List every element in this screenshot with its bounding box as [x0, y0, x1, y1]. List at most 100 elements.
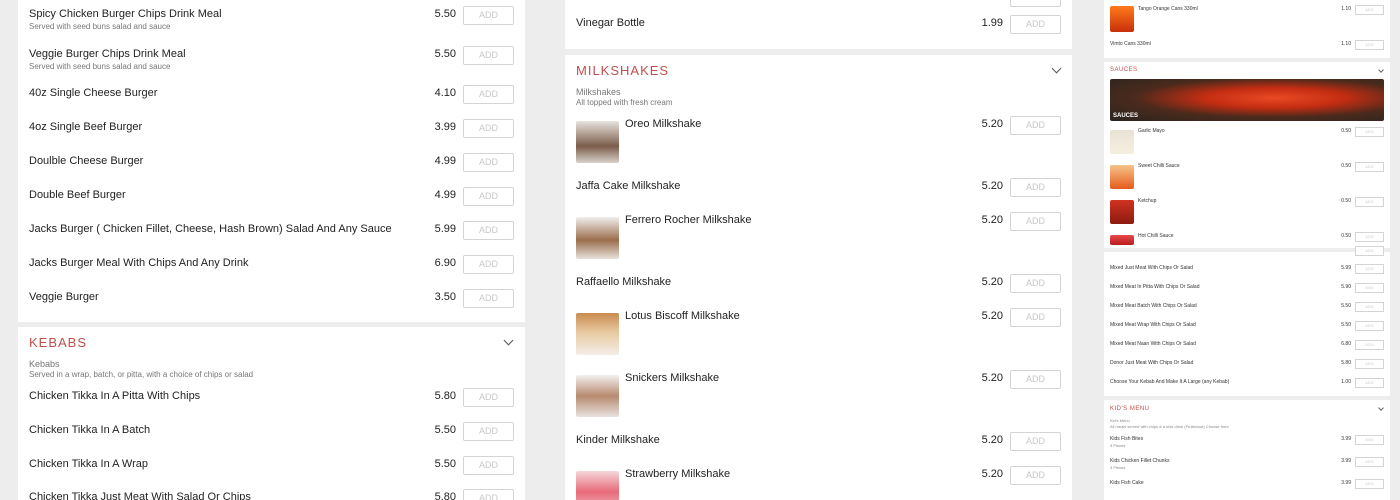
add-button[interactable]: ADD — [1355, 435, 1384, 445]
kids-menu-subtitle: Kid's Menu — [1110, 418, 1130, 423]
item-name: Choose Your Kebab And Make It A Large (a… — [1110, 379, 1230, 385]
item-name: Tango Orange Cans 330ml — [1138, 6, 1198, 12]
item-price: 6.80 — [1341, 341, 1351, 347]
item-name: Kids Fish Cake — [1110, 480, 1144, 486]
add-button[interactable]: ADD — [463, 489, 514, 500]
item-name: Mixed Meat Batch With Chips Or Salad — [1110, 303, 1197, 309]
milkshakes-section-title[interactable]: MILKSHAKES — [576, 63, 669, 78]
item-price: 5.20 — [981, 180, 1003, 192]
add-button[interactable]: ADD — [1355, 321, 1384, 331]
kids-menu-section-title[interactable]: KID'S MENU — [1110, 406, 1149, 412]
add-button[interactable]: ADD — [1010, 466, 1061, 485]
kebabs-description: Served in a wrap, batch, or pitta, with … — [29, 370, 254, 379]
add-button[interactable]: ADD — [463, 388, 514, 407]
add-button[interactable]: ADD — [1355, 197, 1384, 207]
item-price: 4.10 — [434, 87, 456, 99]
item-price: 1.99 — [981, 17, 1003, 29]
item-price: 5.20 — [981, 434, 1003, 446]
milkshakes-description: All topped with fresh cream — [576, 98, 673, 107]
add-button[interactable]: ADD — [463, 119, 514, 138]
item-name: Lotus Biscoff Milkshake — [625, 310, 740, 322]
item-name: Double Beef Burger — [29, 189, 126, 201]
add-button[interactable]: ADD — [463, 85, 514, 104]
add-button[interactable]: ADD — [1355, 162, 1384, 172]
add-button[interactable]: ADD — [463, 6, 514, 25]
add-button[interactable]: ADD — [1355, 479, 1384, 489]
item-name: Doulble Cheese Burger — [29, 155, 144, 167]
add-button[interactable]: ADD — [1355, 378, 1384, 388]
item-price: 0.50 — [1341, 163, 1351, 169]
item-description: 3 Pieces — [1110, 443, 1126, 448]
add-button[interactable]: ADD — [1010, 212, 1061, 231]
item-name: Sweet Chilli Sauce — [1138, 163, 1180, 169]
item-name: Chicken Tikka Just Meat With Salad Or Ch… — [29, 491, 251, 500]
item-name: Jacks Burger Meal With Chips And Any Dri… — [29, 257, 249, 269]
item-price: 5.20 — [981, 468, 1003, 480]
milkshake-image — [576, 375, 619, 417]
item-name: Jaffa Cake Milkshake — [576, 180, 681, 192]
item-name: Mixed Meat Wrap With Chips Or Salad — [1110, 322, 1196, 328]
add-button[interactable]: ADD — [1010, 116, 1061, 135]
add-button[interactable]: ADD — [463, 187, 514, 206]
add-button[interactable]: ADD — [1010, 432, 1061, 451]
milkshakes-subtitle: Milkshakes — [576, 87, 621, 97]
item-price: 5.20 — [981, 214, 1003, 226]
item-name: Spicy Chicken Burger Chips Drink Meal — [29, 8, 222, 20]
item-price: 5.50 — [434, 458, 456, 470]
add-button[interactable]: ADD — [1010, 370, 1061, 389]
kebabs-section-title[interactable]: KEBABS — [29, 335, 87, 350]
add-button[interactable]: ADD — [1355, 40, 1384, 50]
item-price: 5.80 — [1341, 360, 1351, 366]
item-name: Oreo Milkshake — [625, 118, 702, 130]
add-button[interactable]: ADD — [1355, 5, 1384, 15]
add-button[interactable]: ADD — [1010, 0, 1061, 7]
add-button[interactable]: ADD — [463, 153, 514, 172]
item-name: 4oz Single Beef Burger — [29, 121, 143, 133]
add-button[interactable]: ADD — [1355, 283, 1384, 293]
item-name: Ferrero Rocher Milkshake — [625, 214, 752, 226]
add-button[interactable]: ADD — [463, 289, 514, 308]
item-name: Mixed Just Meat With Chips Or Salad — [1110, 265, 1194, 271]
item-price: 5.99 — [1341, 265, 1351, 271]
sauces-section-title[interactable]: SAUCES — [1110, 67, 1138, 73]
item-name: 40z Single Cheese Burger — [29, 87, 158, 99]
item-price: 4.99 — [434, 189, 456, 201]
sauces-banner-label: SAUCES — [1113, 113, 1139, 119]
add-button[interactable]: ADD — [1355, 359, 1384, 369]
item-description: 3 Pieces — [1110, 465, 1126, 470]
item-price: 5.80 — [434, 390, 456, 402]
item-price: 3.99 — [434, 121, 456, 133]
item-price: 5.20 — [981, 310, 1003, 322]
item-price: 1.00 — [1341, 379, 1351, 385]
item-name: Kids Chicken Fillet Chunks — [1110, 458, 1170, 464]
item-price: 0.50 — [1341, 233, 1351, 239]
add-button[interactable]: ADD — [1355, 246, 1384, 256]
add-button[interactable]: ADD — [1355, 232, 1384, 242]
item-price: 3.50 — [434, 291, 456, 303]
add-button[interactable]: ADD — [1355, 457, 1384, 467]
add-button[interactable]: ADD — [463, 46, 514, 65]
item-name: Ketchup — [1138, 198, 1157, 204]
item-name: Veggie Burger Chips Drink Meal — [29, 48, 186, 60]
item-price: 4.99 — [434, 155, 456, 167]
add-button[interactable]: ADD — [1355, 264, 1384, 274]
item-description: Served with seed buns salad and sauce — [29, 62, 171, 71]
add-button[interactable]: ADD — [1010, 15, 1061, 34]
add-button[interactable]: ADD — [1355, 340, 1384, 350]
sauce-image — [1110, 200, 1134, 224]
milkshake-image — [576, 313, 619, 355]
add-button[interactable]: ADD — [1010, 308, 1061, 327]
item-name: Kinder Milkshake — [576, 434, 660, 446]
item-name: Chicken Tikka In A Wrap — [29, 458, 149, 470]
add-button[interactable]: ADD — [463, 221, 514, 240]
add-button[interactable]: ADD — [1355, 127, 1384, 137]
tango-can-image — [1110, 6, 1134, 32]
add-button[interactable]: ADD — [463, 456, 514, 475]
add-button[interactable]: ADD — [1355, 302, 1384, 312]
add-button[interactable]: ADD — [463, 255, 514, 274]
item-price: 0.50 — [1341, 198, 1351, 204]
add-button[interactable]: ADD — [1010, 178, 1061, 197]
item-price: 5.50 — [1341, 322, 1351, 328]
add-button[interactable]: ADD — [463, 422, 514, 441]
add-button[interactable]: ADD — [1010, 274, 1061, 293]
